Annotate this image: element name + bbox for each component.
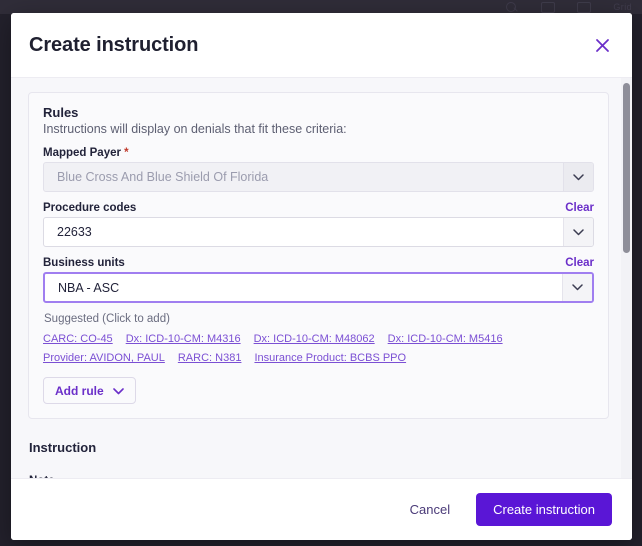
procedure-codes-label: Procedure codes <box>43 202 137 214</box>
clear-business-units-link[interactable]: Clear <box>565 257 594 269</box>
modal-body: Rules Instructions will display on denia… <box>11 78 632 478</box>
modal-header: Create instruction <box>11 13 632 78</box>
chevron-down-icon <box>112 384 124 398</box>
business-units-value: NBA - ASC <box>58 280 120 295</box>
add-rule-label: Add rule <box>55 383 104 398</box>
page-title: Create instruction <box>29 33 199 56</box>
procedure-codes-select[interactable]: 22633 <box>43 217 594 247</box>
procedure-codes-value: 22633 <box>57 225 92 239</box>
suggested-chip[interactable]: Dx: ICD-10-CM: M4316 <box>126 333 241 345</box>
suggested-label: Suggested (Click to add) <box>44 313 170 325</box>
scrollbar-track[interactable] <box>621 78 632 478</box>
mapped-payer-value: Blue Cross And Blue Shield Of Florida <box>57 170 269 184</box>
suggested-chip[interactable]: Insurance Product: BCBS PPO <box>254 352 406 364</box>
mapped-payer-label: Mapped Payer * <box>43 147 129 159</box>
instruction-section-title: Instruction <box>29 440 97 455</box>
cancel-button[interactable]: Cancel <box>396 494 464 525</box>
create-instruction-modal: Create instruction Rules Instructions wi… <box>11 13 632 540</box>
rules-title: Rules <box>43 105 79 120</box>
clear-procedure-codes-link[interactable]: Clear <box>565 202 594 214</box>
create-instruction-button[interactable]: Create instruction <box>476 493 612 526</box>
suggested-chip[interactable]: Dx: ICD-10-CM: M5416 <box>388 333 503 345</box>
suggested-chip[interactable]: Dx: ICD-10-CM: M48062 <box>254 333 375 345</box>
chevron-down-icon[interactable] <box>563 218 593 246</box>
page-root: Grid Create instruction Rules Instructio… <box>0 0 642 546</box>
business-units-select[interactable]: NBA - ASC <box>43 272 594 303</box>
close-icon[interactable] <box>589 32 615 58</box>
suggested-chip[interactable]: RARC: N381 <box>178 352 242 364</box>
mapped-payer-label-text: Mapped Payer <box>43 147 121 159</box>
business-units-label-row: Business units Clear <box>43 257 594 269</box>
chevron-down-icon[interactable] <box>562 274 592 301</box>
suggested-chip[interactable]: CARC: CO-45 <box>43 333 113 345</box>
required-marker: * <box>120 147 129 159</box>
mapped-payer-select[interactable]: Blue Cross And Blue Shield Of Florida <box>43 162 594 192</box>
scrollbar-thumb[interactable] <box>623 83 630 253</box>
mapped-payer-label-row: Mapped Payer * <box>43 147 594 159</box>
chevron-down-icon[interactable] <box>563 163 593 191</box>
add-rule-button[interactable]: Add rule <box>43 377 136 404</box>
suggested-chip[interactable]: Provider: AVIDON, PAUL <box>43 352 165 364</box>
note-label: Note <box>29 475 621 478</box>
suggested-list: CARC: CO-45 Dx: ICD-10-CM: M4316 Dx: ICD… <box>43 333 594 364</box>
rules-card: Rules Instructions will display on denia… <box>28 92 609 419</box>
procedure-codes-label-row: Procedure codes Clear <box>43 202 594 214</box>
rules-subtitle: Instructions will display on denials tha… <box>43 122 347 136</box>
business-units-label: Business units <box>43 257 125 269</box>
modal-footer: Cancel Create instruction <box>11 478 632 540</box>
